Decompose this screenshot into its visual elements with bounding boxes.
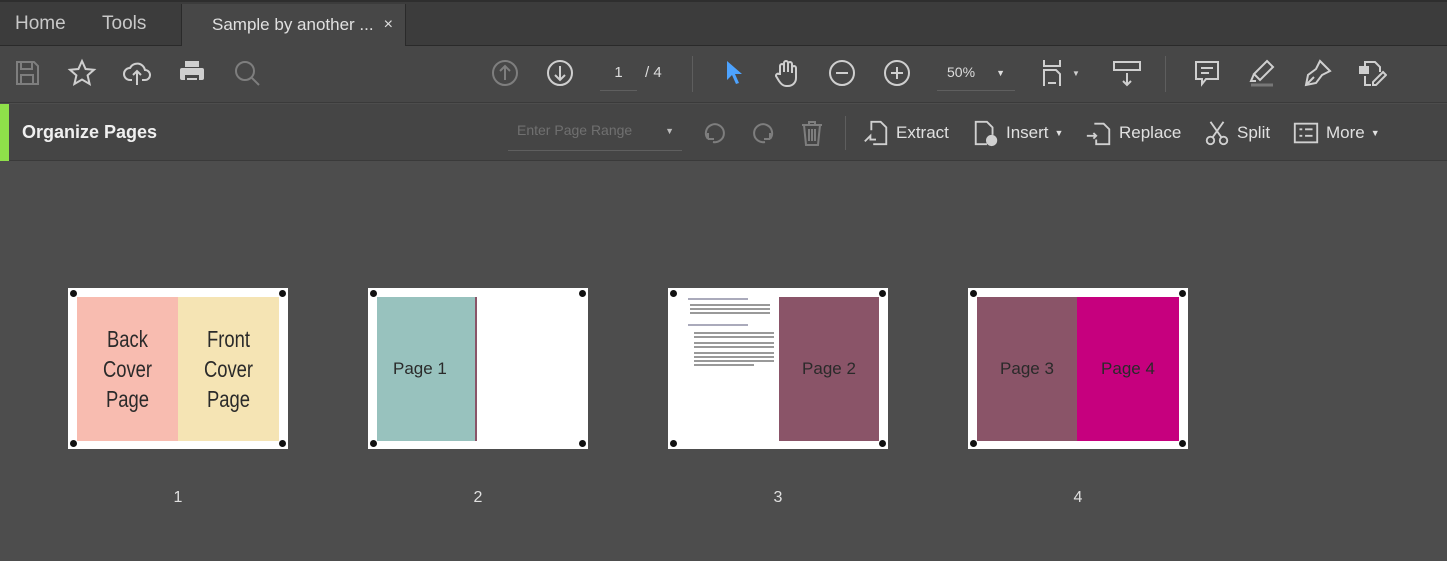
- resize-handle: [279, 440, 286, 447]
- scissors-icon: [1205, 121, 1229, 146]
- scroll-mode-icon[interactable]: [1112, 58, 1142, 88]
- extract-button[interactable]: Extract: [862, 116, 949, 150]
- zoom-select[interactable]: 50% ▼: [937, 64, 1015, 91]
- page-range-input[interactable]: Enter Page Range ▼: [508, 118, 682, 151]
- page-range-placeholder: Enter Page Range: [517, 122, 633, 138]
- resize-handle: [579, 290, 586, 297]
- search-icon[interactable]: [232, 58, 262, 88]
- previous-page-icon[interactable]: [490, 58, 520, 88]
- resize-handle: [1179, 290, 1186, 297]
- resize-handle: [70, 440, 77, 447]
- insert-button[interactable]: Insert ▼: [972, 116, 1063, 150]
- resize-handle: [370, 290, 377, 297]
- resize-handle: [70, 290, 77, 297]
- delete-icon[interactable]: [797, 118, 827, 148]
- page-thumbnail-1[interactable]: Back Cover Page Front Cover Page: [68, 288, 288, 449]
- back-cover-text: Back Cover Page: [102, 326, 153, 412]
- page-text: Page 3: [1000, 359, 1054, 378]
- tab-document[interactable]: Sample by another ... ×: [181, 4, 406, 48]
- resize-handle: [970, 440, 977, 447]
- resize-handle: [879, 440, 886, 447]
- chevron-down-icon: ▼: [996, 68, 1005, 78]
- tab-document-label: Sample by another ...: [212, 15, 374, 34]
- page-label: 4: [1073, 489, 1083, 506]
- page-text: Page 2: [802, 359, 856, 378]
- divider: [692, 56, 693, 92]
- insert-icon: [974, 120, 998, 147]
- page-title: Organize Pages: [22, 122, 158, 142]
- tab-bar: Home Tools Sample by another ... ×: [0, 0, 1447, 48]
- accent-strip: [0, 104, 9, 161]
- replace-icon: [1086, 122, 1111, 146]
- resize-handle: [370, 440, 377, 447]
- cloud-upload-icon[interactable]: [122, 58, 152, 88]
- save-icon[interactable]: [12, 58, 42, 88]
- resize-handle: [670, 440, 677, 447]
- chevron-down-icon: ▼: [1370, 128, 1380, 138]
- edit-pdf-icon[interactable]: [1357, 58, 1387, 88]
- split-button[interactable]: Split: [1203, 116, 1270, 150]
- resize-handle: [279, 290, 286, 297]
- page-label: 1: [173, 489, 183, 506]
- page-label: 2: [473, 489, 483, 506]
- tab-home[interactable]: Home: [15, 4, 66, 44]
- star-icon[interactable]: [67, 58, 97, 88]
- chevron-down-icon: ▼: [1054, 128, 1064, 138]
- more-icon: [1293, 122, 1319, 144]
- tab-tools[interactable]: Tools: [102, 4, 146, 44]
- main-toolbar: 1 / 4 50% ▼ ▼: [0, 46, 1447, 103]
- sign-icon[interactable]: [1302, 58, 1332, 88]
- chevron-down-icon: ▼: [665, 126, 674, 136]
- resize-handle: [670, 290, 677, 297]
- page-text: Page 4: [1101, 359, 1155, 378]
- rotate-right-icon[interactable]: [748, 118, 778, 148]
- page-thumbnail-3[interactable]: Page 2: [668, 288, 888, 449]
- more-button[interactable]: More ▼: [1292, 116, 1380, 150]
- split-label: Split: [1237, 123, 1271, 142]
- insert-label: Insert: [1006, 123, 1049, 142]
- comment-icon[interactable]: [1192, 58, 1222, 88]
- divider: [1165, 56, 1166, 92]
- resize-handle: [579, 440, 586, 447]
- more-label: More: [1326, 123, 1365, 142]
- page-total: / 4: [645, 64, 662, 81]
- front-cover-text: Front Cover Page: [203, 326, 254, 412]
- page-thumbnail-2[interactable]: Page 1: [368, 288, 588, 449]
- resize-handle: [1179, 440, 1186, 447]
- extract-icon: [864, 120, 888, 146]
- replace-label: Replace: [1119, 123, 1182, 142]
- print-icon[interactable]: [177, 58, 207, 88]
- resize-handle: [970, 290, 977, 297]
- next-page-icon[interactable]: [545, 58, 575, 88]
- page-label: 3: [773, 489, 783, 506]
- select-tool-icon[interactable]: [720, 58, 750, 88]
- zoom-out-icon[interactable]: [827, 58, 857, 88]
- replace-button[interactable]: Replace: [1085, 116, 1181, 150]
- extract-label: Extract: [896, 123, 949, 142]
- page-fit-icon[interactable]: ▼: [1040, 58, 1080, 88]
- resize-handle: [879, 290, 886, 297]
- divider: [845, 116, 846, 150]
- rotate-left-icon[interactable]: [700, 118, 730, 148]
- zoom-value: 50%: [947, 64, 976, 80]
- hand-tool-icon[interactable]: [772, 58, 802, 88]
- zoom-in-icon[interactable]: [882, 58, 912, 88]
- page-thumbnail-4[interactable]: Page 3 Page 4: [968, 288, 1188, 449]
- page-number-input[interactable]: 1: [600, 64, 637, 91]
- close-icon[interactable]: ×: [384, 4, 393, 46]
- organize-pages-bar: Organize Pages Enter Page Range ▼ Extract…: [0, 104, 1447, 161]
- page-text: Page 1: [393, 359, 447, 378]
- highlight-icon[interactable]: [1247, 58, 1277, 88]
